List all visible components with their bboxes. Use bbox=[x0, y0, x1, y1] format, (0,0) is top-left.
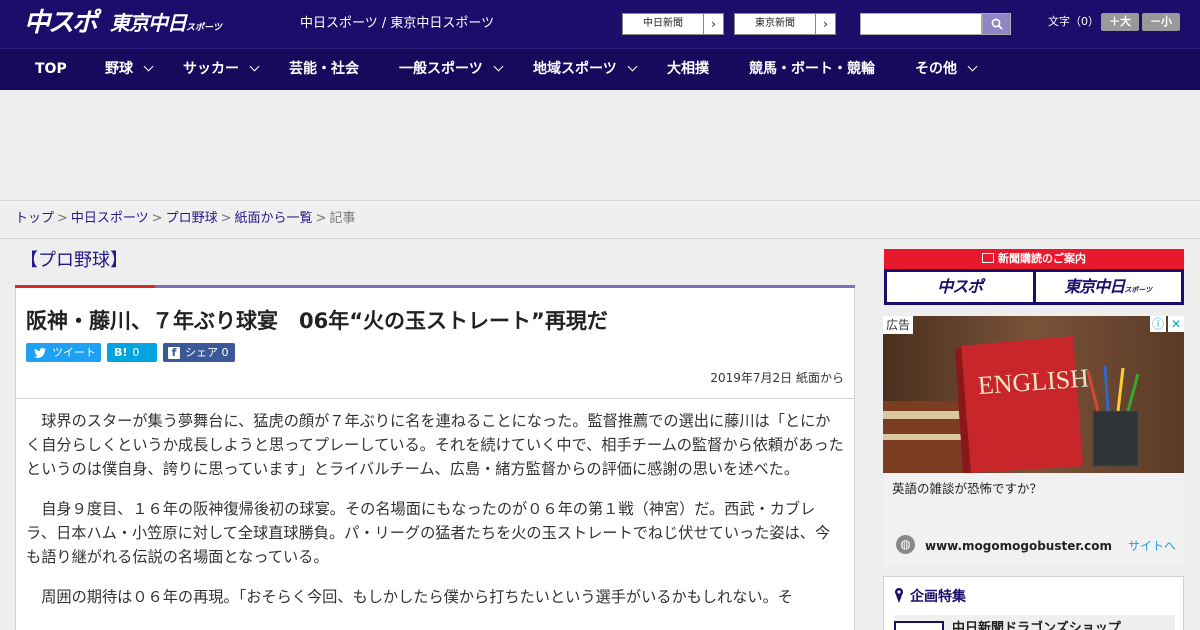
logo-tokyo-text: 東京中日 bbox=[110, 11, 187, 35]
ad-label: 広告 bbox=[883, 316, 914, 334]
nav-other[interactable]: その他 bbox=[915, 49, 978, 91]
ad-site-link[interactable]: サイトへ bbox=[1128, 538, 1176, 554]
breadcrumb: トップ > 中日スポーツ > プロ野球 > 紙面から一覧 > 記事 bbox=[0, 201, 1200, 239]
subscribe-tokyo-suffix: スポーツ bbox=[1124, 286, 1153, 294]
subscription-logos: 中スポ 東京中日スポーツ bbox=[887, 272, 1181, 302]
subscription-title-text: 新聞購読のご案内 bbox=[998, 252, 1086, 265]
nav-racing-label: 競馬・ボート・競輪 bbox=[749, 61, 875, 77]
close-icon[interactable]: ✕ bbox=[1168, 316, 1184, 332]
breadcrumb-separator: > bbox=[151, 211, 163, 226]
feature-section: 企画特集 中日新聞ドラゴンズショップ bbox=[883, 576, 1184, 630]
breadcrumb-separator: > bbox=[57, 211, 68, 226]
subscription-banner[interactable]: 新聞購読のご案内 中スポ 東京中日スポーツ bbox=[884, 249, 1184, 305]
ad-info-icon[interactable]: ⓘ bbox=[1150, 316, 1166, 332]
feature-thumbnail bbox=[894, 621, 944, 630]
nav-baseball-label: 野球 bbox=[105, 61, 133, 77]
chevron-down-icon bbox=[967, 61, 978, 72]
article-body: 球界のスターが集う夢舞台に、猛虎の顔が７年ぶりに名を連ねることになった。監督推薦… bbox=[15, 399, 855, 630]
breadcrumb-current: 記事 bbox=[329, 211, 356, 226]
font-size-label: 文字（0） bbox=[1048, 15, 1099, 28]
feature-item-label: 中日新聞ドラゴンズショップ bbox=[952, 621, 1121, 630]
nav-soccer[interactable]: サッカー bbox=[183, 49, 260, 91]
article-paragraph: 自身９度目、１６年の阪神復帰後初の球宴。その名場面にもなったのが０６年の第１戦（… bbox=[26, 500, 831, 566]
subscription-title: 新聞購読のご案内 bbox=[884, 249, 1184, 269]
facebook-share-button[interactable]: f シェア 0 bbox=[163, 343, 235, 362]
tweet-button[interactable]: ツイート bbox=[26, 343, 101, 362]
article-title: 阪神・藤川、７年ぶり球宴 06年“火の玉ストレート”再現だ bbox=[26, 309, 608, 333]
logo-chunichi-sports[interactable]: 中スポ bbox=[24, 8, 98, 38]
breadcrumb-chunichi-sports[interactable]: 中日スポーツ bbox=[71, 211, 149, 226]
hatena-count: 0 bbox=[132, 346, 140, 359]
nav-regional-sports[interactable]: 地域スポーツ bbox=[533, 49, 638, 91]
hatena-icon: B! bbox=[114, 346, 128, 359]
chevron-down-icon bbox=[627, 61, 638, 72]
hatena-bookmark-button[interactable]: B! 0 bbox=[107, 343, 157, 362]
article-paragraph: 球界のスターが集う夢舞台に、猛虎の顔が７年ぶりに名を連ねることになった。監督推薦… bbox=[26, 412, 844, 478]
subscribe-chunichi-sports[interactable]: 中スポ bbox=[887, 272, 1033, 302]
logo-tokyo-suffix: スポーツ bbox=[186, 23, 222, 33]
ribbon-icon bbox=[895, 588, 903, 603]
ad-controls: ⓘ ✕ bbox=[1150, 316, 1184, 332]
twitter-icon bbox=[34, 347, 46, 358]
search-button[interactable] bbox=[982, 13, 1011, 35]
nav-general-sports[interactable]: 一般スポーツ bbox=[399, 49, 504, 91]
nav-baseball[interactable]: 野球 bbox=[105, 49, 154, 91]
nav-sumo[interactable]: 大相撲 bbox=[667, 49, 709, 91]
ad-domain[interactable]: www.mogomogobuster.com bbox=[925, 538, 1112, 554]
font-decrease-button[interactable]: －小 bbox=[1142, 13, 1180, 31]
search-icon bbox=[991, 18, 1003, 30]
chevron-right-icon: › bbox=[815, 14, 835, 34]
breadcrumb-separator: > bbox=[315, 211, 327, 226]
nav-entertainment[interactable]: 芸能・社会 bbox=[289, 49, 359, 91]
nav-racing[interactable]: 競馬・ボート・競輪 bbox=[749, 49, 875, 91]
breadcrumb-pro-baseball[interactable]: プロ野球 bbox=[166, 211, 218, 226]
chunichi-shimbun-label: 中日新聞 bbox=[643, 18, 683, 29]
chevron-down-icon bbox=[493, 61, 504, 72]
search-input[interactable] bbox=[860, 13, 982, 35]
sidebar-ad[interactable]: ENGLISH 広告 ⓘ ✕ 英語の雑談が恐怖ですか？ ◍ www.mogomo… bbox=[883, 316, 1184, 566]
breadcrumb-top[interactable]: トップ bbox=[15, 211, 54, 226]
ad-illustration: ENGLISH bbox=[883, 316, 1184, 473]
subscribe-tokyo-chunichi-sports[interactable]: 東京中日スポーツ bbox=[1035, 272, 1181, 302]
feature-title: 企画特集 bbox=[894, 587, 966, 607]
tokyo-shimbun-label: 東京新聞 bbox=[755, 18, 795, 29]
breadcrumb-separator: > bbox=[220, 211, 232, 226]
nav-soccer-label: サッカー bbox=[183, 61, 239, 77]
logo-tokyo-chunichi-sports[interactable]: 東京中日スポーツ bbox=[110, 11, 222, 40]
nav-general-sports-label: 一般スポーツ bbox=[399, 61, 483, 77]
ad-headline[interactable]: 英語の雑談が恐怖ですか？ bbox=[892, 480, 1042, 498]
facebook-share-count: 0 bbox=[221, 346, 229, 359]
site-links[interactable]: 中日スポーツ / 東京中日スポーツ bbox=[300, 15, 494, 33]
site-header: 中スポ 東京中日スポーツ 中日スポーツ / 東京中日スポーツ 中日新聞 › 東京… bbox=[0, 0, 1200, 48]
newspaper-icon bbox=[982, 253, 994, 263]
nav-sumo-label: 大相撲 bbox=[667, 61, 709, 77]
article-date: 2019年7月2日 紙面から bbox=[710, 371, 844, 385]
nav-regional-sports-label: 地域スポーツ bbox=[533, 61, 617, 77]
font-increase-button[interactable]: ＋大 bbox=[1101, 13, 1139, 31]
top-ad-area bbox=[0, 90, 1200, 201]
nav-entertainment-label: 芸能・社会 bbox=[289, 61, 359, 77]
breadcrumb-paper-list[interactable]: 紙面から一覧 bbox=[235, 211, 313, 226]
article-category: 【プロ野球】 bbox=[20, 250, 128, 271]
tokyo-shimbun-button[interactable]: 東京新聞 › bbox=[734, 13, 836, 35]
subscribe-tokyo-text: 東京中日 bbox=[1064, 277, 1125, 296]
chunichi-shimbun-button[interactable]: 中日新聞 › bbox=[622, 13, 724, 35]
article-header: 阪神・藤川、７年ぶり球宴 06年“火の玉ストレート”再現だ ツイート B! 0 … bbox=[15, 288, 855, 399]
facebook-share-label: シェア bbox=[185, 346, 218, 359]
article-paragraph: 周囲の期待は０６年の再現。「おそらく今回、もしかしたら僕から打ちたいという選手が… bbox=[41, 588, 793, 606]
facebook-icon: f bbox=[168, 346, 180, 359]
chevron-down-icon bbox=[249, 61, 260, 72]
main-nav: TOP 野球 サッカー 芸能・社会 一般スポーツ 地域スポーツ 大相撲 競馬・ボ… bbox=[0, 48, 1200, 90]
tweet-label: ツイート bbox=[52, 346, 96, 359]
nav-other-label: その他 bbox=[915, 61, 957, 77]
feature-item[interactable]: 中日新聞ドラゴンズショップ bbox=[894, 615, 1175, 630]
chevron-right-icon: › bbox=[703, 14, 723, 34]
nav-top-label: TOP bbox=[35, 61, 67, 77]
nav-top[interactable]: TOP bbox=[35, 49, 67, 91]
ad-image[interactable]: ENGLISH 広告 ⓘ ✕ bbox=[883, 316, 1184, 473]
chevron-down-icon bbox=[143, 61, 154, 72]
globe-icon: ◍ bbox=[896, 535, 915, 554]
feature-title-text: 企画特集 bbox=[910, 589, 966, 605]
